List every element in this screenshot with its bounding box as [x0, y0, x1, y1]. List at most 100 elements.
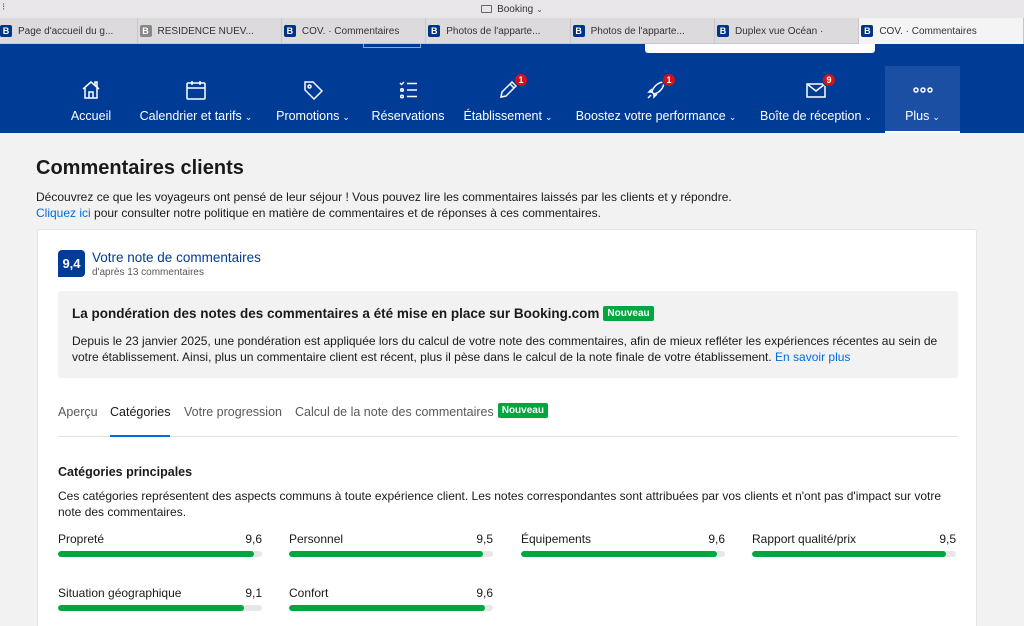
nav-item-label: Promotions	[276, 109, 340, 123]
chevron-down-icon: ⌄	[342, 112, 350, 122]
browser-tab-label: Photos de l'apparte...	[446, 25, 541, 37]
metric-progress-fill	[289, 605, 485, 611]
calendar-icon	[183, 77, 209, 103]
chevron-down-icon: ⌄	[932, 112, 940, 122]
booking-favicon-icon: B	[861, 25, 874, 37]
booking-favicon-icon: B	[716, 25, 729, 37]
nav-item-plus[interactable]: Plus ⌄	[885, 66, 960, 133]
metric-label: Propreté	[58, 532, 105, 546]
metric-label: Équipements	[521, 532, 592, 546]
browser-tab-active[interactable]: B COV. · Commentaires	[859, 18, 1024, 44]
category-metric: Rapport qualité/prix 9,5	[752, 532, 956, 562]
category-metric: Personnel 9,5	[289, 532, 493, 562]
main-nav: Accueil Calendrier et tarifs ⌄ Promotions…	[0, 44, 1024, 133]
browser-tab-label: Page d'accueil du g...	[18, 25, 114, 37]
chevron-down-icon: ⌄	[728, 112, 737, 122]
browser-tab-label: Photos de l'apparte...	[590, 25, 685, 37]
page-content: Commentaires clients Découvrez ce que le…	[0, 133, 1024, 626]
tab-label: Aperçu	[58, 405, 98, 419]
nav-item-calendrier[interactable]: Calendrier et tarifs ⌄	[132, 66, 260, 133]
metric-progress-fill	[521, 551, 717, 557]
browser-tab[interactable]: B Photos de l'apparte...	[571, 18, 715, 44]
tab-calcul-note[interactable]: Calcul de la note des commentaires Nouve…	[295, 403, 548, 437]
booking-favicon-icon: B	[572, 25, 585, 37]
nav-item-accueil[interactable]: Accueil	[60, 66, 122, 133]
metric-score: 9,5	[476, 532, 493, 546]
nav-item-reservations[interactable]: Réservations	[368, 66, 448, 133]
window-titlebar: ⁝ Booking ⌄	[0, 0, 1024, 18]
booking-favicon-icon: B	[428, 25, 441, 37]
browser-tab-label: Duplex vue Océan ·	[734, 25, 824, 37]
nav-item-label: Plus	[905, 109, 930, 123]
tag-icon	[300, 77, 326, 103]
weighting-notice: La pondération des notes des commentaire…	[58, 291, 958, 378]
intro-text: Découvrez ce que les voyageurs ont pensé…	[36, 190, 732, 204]
learn-more-link[interactable]: En savoir plus	[775, 350, 850, 364]
tab-progression[interactable]: Votre progression	[184, 405, 282, 437]
chevron-down-icon: ⌄	[864, 112, 872, 122]
metric-score: 9,1	[245, 586, 262, 600]
metric-progress-fill	[289, 551, 483, 557]
chevron-down-icon: ⌄	[244, 112, 253, 122]
grey-favicon-icon: B	[139, 25, 152, 37]
metric-score: 9,6	[708, 532, 725, 546]
tab-label: Catégories	[110, 405, 171, 419]
chevron-down-icon[interactable]: ⌄	[536, 5, 543, 14]
nav-item-label: Réservations	[371, 109, 445, 123]
metric-progress-bar	[289, 605, 493, 611]
list-icon	[395, 77, 421, 103]
header-button[interactable]	[363, 44, 421, 48]
browser-tab[interactable]: B RESIDENCE NUEV...	[138, 18, 282, 44]
policy-link[interactable]: Cliquez ici	[36, 206, 91, 220]
chevron-down-icon: ⌄	[544, 112, 553, 122]
metric-progress-bar	[58, 551, 262, 557]
browser-tab-label: RESIDENCE NUEV...	[157, 25, 254, 37]
metric-label: Confort	[289, 586, 329, 600]
category-metric: Propreté 9,6	[58, 532, 262, 562]
window-menu-icon[interactable]: ⁝	[2, 2, 5, 13]
envelope-icon: 9	[803, 73, 836, 103]
nav-item-label: Boîte de réception	[759, 109, 862, 123]
notice-title: La pondération des notes des commentaire…	[72, 306, 600, 321]
more-dots-icon	[910, 77, 936, 103]
browser-tab[interactable]: B Page d'accueil du g...	[0, 18, 138, 44]
nav-item-boite-reception[interactable]: 9 Boîte de réception ⌄	[754, 66, 878, 133]
folder-icon	[481, 5, 493, 13]
tab-apercu[interactable]: Aperçu	[58, 405, 98, 437]
metric-progress-bar	[289, 551, 493, 557]
tab-label: Votre progression	[184, 405, 282, 419]
booking-favicon-icon: B	[283, 25, 296, 37]
category-metric: Équipements 9,6	[521, 532, 725, 562]
header-search-field[interactable]	[645, 44, 875, 53]
categories-title: Catégories principales	[58, 465, 193, 479]
category-metric: Situation géographique 9,1	[58, 586, 262, 616]
nav-item-etablissement[interactable]: 1 Établissement ⌄	[460, 66, 556, 133]
categories-description: Ces catégories représentent des aspects …	[58, 489, 942, 519]
metric-label: Personnel	[289, 532, 344, 546]
score-subtitle: d'après 13 commentaires	[92, 267, 204, 278]
notification-badge: 1	[662, 73, 676, 87]
nav-item-promotions[interactable]: Promotions ⌄	[270, 66, 356, 133]
nav-item-label: Calendrier et tarifs	[139, 109, 242, 123]
metric-label: Rapport qualité/prix	[752, 532, 857, 546]
browser-tab[interactable]: B Duplex vue Océan ·	[715, 18, 860, 44]
browser-tab[interactable]: B COV. · Commentaires	[282, 18, 427, 44]
metric-progress-fill	[58, 551, 254, 557]
metric-progress-bar	[521, 551, 725, 557]
metric-progress-fill	[58, 605, 244, 611]
reviews-card: 9,4 Votre note de commentaires d'après 1…	[37, 229, 977, 626]
rocket-icon: 1	[643, 73, 676, 103]
booking-favicon-icon: B	[0, 25, 12, 37]
metric-progress-bar	[58, 605, 262, 611]
category-metric: Confort 9,6	[289, 586, 493, 616]
window-title: Booking	[497, 3, 534, 15]
page-intro: Découvrez ce que les voyageurs ont pensé…	[36, 189, 996, 221]
new-badge: Nouveau	[603, 306, 654, 321]
nav-item-boostez[interactable]: 1 Boostez votre performance ⌄	[570, 66, 742, 133]
browser-tab[interactable]: B Photos de l'apparte...	[426, 18, 571, 44]
new-badge: Nouveau	[497, 403, 548, 418]
house-icon	[78, 77, 104, 103]
tab-categories[interactable]: Catégories	[110, 405, 171, 437]
browser-tab-label: COV. · Commentaires	[301, 25, 400, 37]
metric-label: Situation géographique	[58, 586, 182, 600]
